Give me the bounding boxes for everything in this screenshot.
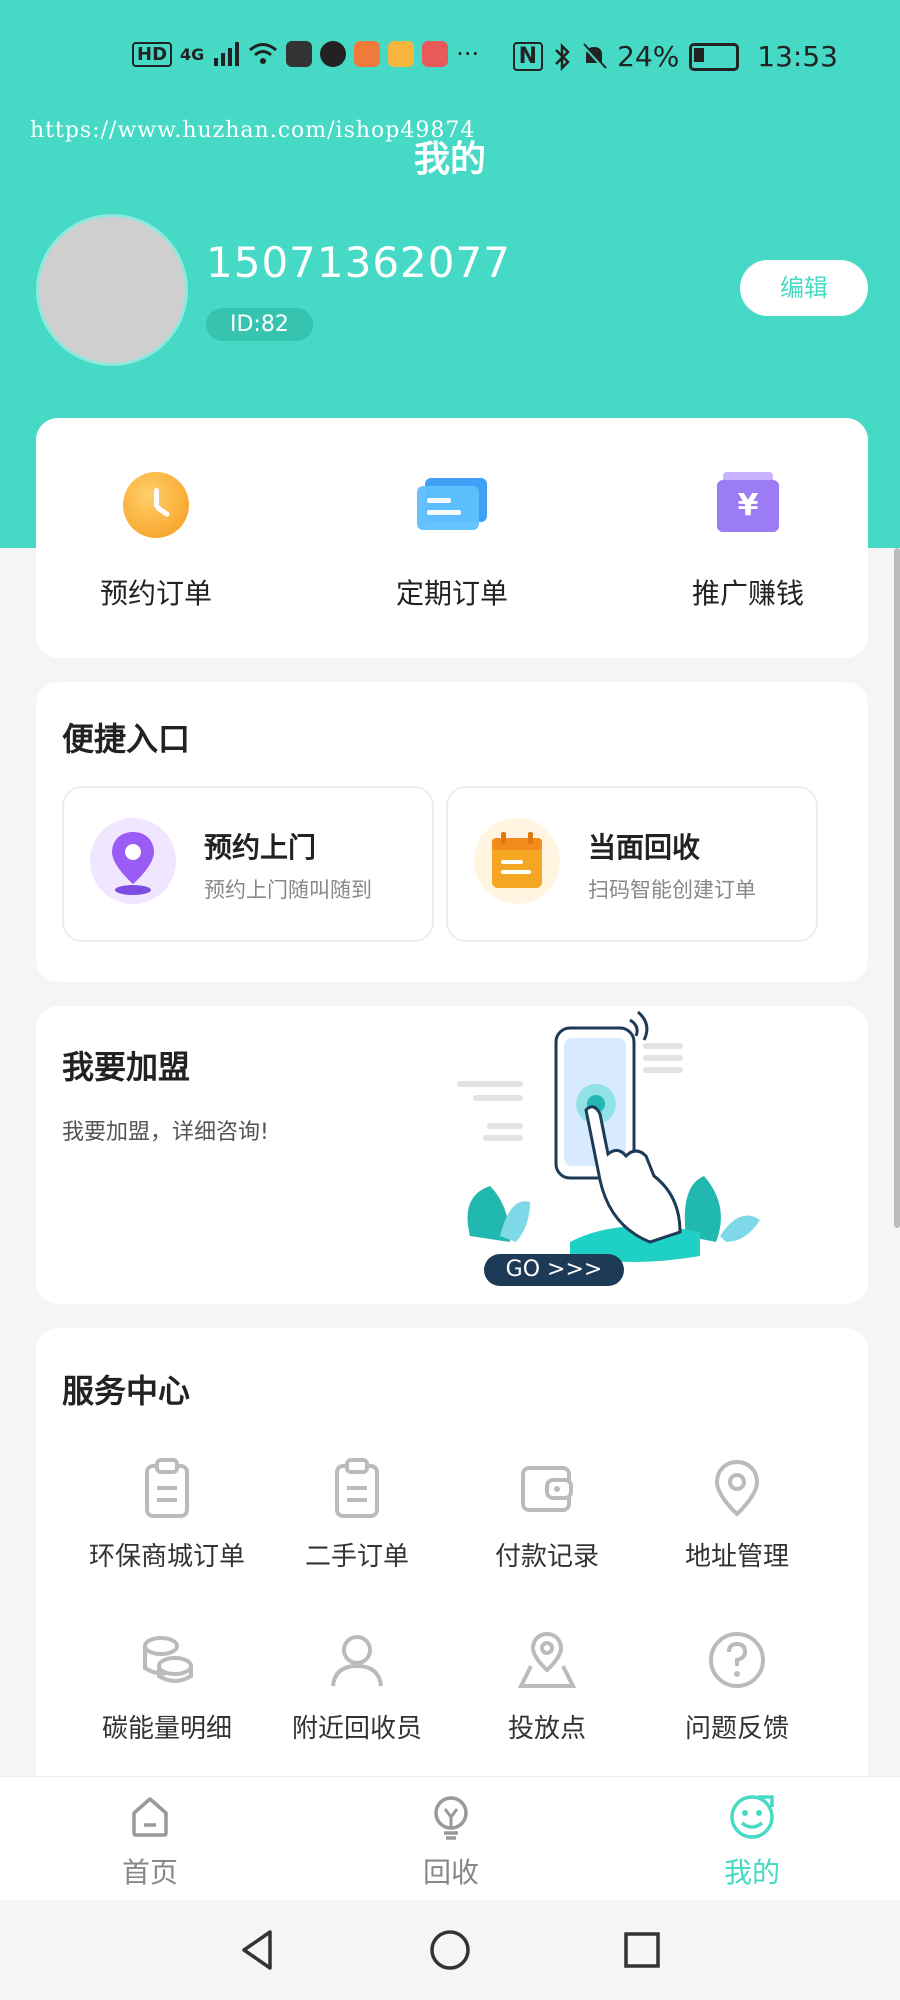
- order-entry-label: 预约订单: [99, 577, 212, 610]
- bottom-tab-bar: 首页 回收 我的: [0, 1776, 900, 1901]
- tab-mine[interactable]: 我的: [652, 1793, 852, 1893]
- cards-icon: [417, 478, 487, 534]
- app-icon-book: [422, 41, 449, 67]
- smile-face-icon: [730, 1795, 774, 1839]
- nfc-icon: N: [512, 42, 544, 71]
- service-item-second-hand-orders[interactable]: 二手订单: [262, 1456, 452, 1606]
- tab-home[interactable]: 首页: [50, 1793, 250, 1893]
- quick-tile-face-recycle[interactable]: 当面回收 扫码智能创建订单: [446, 786, 818, 942]
- coins-icon: [143, 1636, 193, 1683]
- service-item-eco-mall-orders[interactable]: 环保商城订单: [72, 1456, 262, 1606]
- system-navigation-bar: [0, 1900, 900, 2000]
- order-entry-promote[interactable]: ¥ 推广赚钱: [628, 418, 868, 658]
- calendar-icon: [474, 818, 560, 904]
- service-label: 二手订单: [304, 1542, 409, 1572]
- go-button[interactable]: GO >>>: [484, 1254, 624, 1286]
- map-pin-icon: [517, 1631, 577, 1688]
- battery-icon: [689, 42, 740, 71]
- clock-icon: [123, 472, 189, 538]
- scrollbar[interactable]: [894, 548, 900, 1228]
- join-card[interactable]: 我要加盟 我要加盟，详细咨询! GO >>>: [36, 1006, 868, 1304]
- service-label: 附近回收员: [291, 1714, 422, 1744]
- app-icon-bird: [320, 41, 347, 67]
- home-circle-icon[interactable]: [426, 1926, 474, 1974]
- service-item-address-management[interactable]: 地址管理: [642, 1456, 832, 1606]
- section-title-quick: 便捷入口: [62, 720, 191, 758]
- status-right: N 24% 13:53: [512, 40, 838, 73]
- tab-recycle[interactable]: 回收: [351, 1793, 551, 1893]
- recycle-bulb-icon: [434, 1796, 468, 1840]
- tab-label: 我的: [723, 1856, 780, 1889]
- signal-icon: [214, 42, 240, 66]
- clock-time: 13:53: [757, 40, 838, 73]
- quick-entry-card: 便捷入口 预约上门 预约上门随叫随到 当面回收 扫码智能创建订单: [36, 682, 868, 982]
- bluetooth-icon: [555, 42, 570, 71]
- phone-tap-illustration: [457, 1010, 760, 1262]
- avatar[interactable]: [36, 214, 188, 366]
- tab-label: 回收: [422, 1856, 479, 1889]
- service-item-drop-points[interactable]: 投放点: [452, 1628, 642, 1778]
- quick-tile-title: 预约上门: [204, 831, 317, 864]
- home-icon: [132, 1797, 168, 1837]
- order-entry-label: 推广赚钱: [691, 577, 804, 610]
- quick-tile-title: 当面回收: [588, 831, 701, 864]
- question-icon: [709, 1632, 765, 1688]
- location-icon: [714, 1459, 760, 1517]
- edit-profile-button[interactable]: 编辑: [740, 260, 868, 316]
- more-notifications: ···: [456, 40, 480, 68]
- hd-icon: HD: [132, 41, 173, 67]
- service-item-carbon-energy[interactable]: 碳能量明细: [72, 1628, 262, 1778]
- app-icon-cup: [388, 41, 415, 67]
- location-pin-icon: [90, 818, 176, 904]
- service-item-payment-records[interactable]: 付款记录: [452, 1456, 642, 1606]
- service-item-nearby-collectors[interactable]: 附近回收员: [262, 1628, 452, 1778]
- order-entry-label: 定期订单: [395, 577, 508, 610]
- back-triangle-icon[interactable]: [234, 1926, 282, 1974]
- order-entry-appointment[interactable]: 预约订单: [36, 418, 276, 658]
- service-label: 投放点: [507, 1714, 586, 1744]
- battery-percent: 24%: [617, 40, 680, 73]
- user-phone: 15071362077: [206, 238, 511, 287]
- order-entry-scheduled[interactable]: 定期订单: [332, 418, 572, 658]
- user-icon: [331, 1635, 383, 1687]
- service-label: 地址管理: [684, 1542, 789, 1572]
- service-label: 环保商城订单: [88, 1542, 245, 1572]
- quick-tile-subtitle: 扫码智能创建订单: [588, 878, 756, 902]
- wallet-icon: [521, 1466, 573, 1512]
- service-item-feedback[interactable]: 问题反馈: [642, 1628, 832, 1778]
- tab-label: 首页: [121, 1856, 178, 1889]
- status-bar: HD 4G ··· N 24% 13:53: [0, 30, 900, 86]
- mute-bell-icon: [581, 42, 607, 70]
- quick-tile-subtitle: 预约上门随叫随到: [204, 878, 372, 902]
- service-label: 付款记录: [494, 1542, 599, 1572]
- huawei-app-icon: [286, 41, 313, 67]
- status-left: HD 4G ···: [132, 40, 479, 68]
- service-label: 碳能量明细: [101, 1714, 232, 1744]
- recent-apps-square-icon[interactable]: [618, 1926, 666, 1974]
- join-subtitle: 我要加盟，详细咨询!: [62, 1120, 269, 1145]
- clipboard-icon: [335, 1458, 379, 1518]
- quick-tile-home-visit[interactable]: 预约上门 预约上门随叫随到: [62, 786, 434, 942]
- orders-card: 预约订单 定期订单 ¥ 推广赚钱: [36, 418, 868, 658]
- money-icon: ¥: [717, 472, 779, 534]
- wifi-icon: [249, 43, 278, 64]
- section-title-join: 我要加盟: [62, 1048, 191, 1086]
- app-icon-play: [354, 41, 381, 67]
- section-title-services: 服务中心: [62, 1372, 191, 1410]
- clipboard-icon: [145, 1458, 189, 1518]
- service-label: 问题反馈: [684, 1714, 789, 1744]
- user-id-badge: ID:82: [206, 308, 313, 341]
- watermark-text: https://www.huzhan.com/ishop49874: [30, 118, 476, 143]
- network-label: 4G: [180, 44, 205, 64]
